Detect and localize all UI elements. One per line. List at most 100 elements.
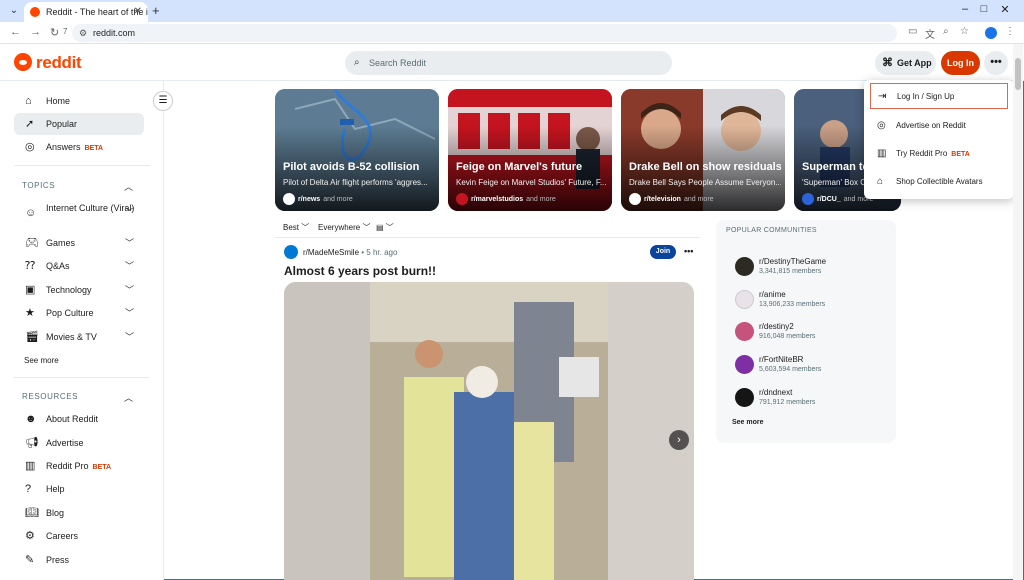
- sidebar-item-qas[interactable]: ⁇ Q&As ﹀: [14, 255, 144, 277]
- carousel-next-icon[interactable]: ›: [669, 430, 689, 450]
- topics-see-more[interactable]: See more: [24, 356, 59, 365]
- forward-icon[interactable]: →: [30, 26, 41, 38]
- community-item[interactable]: r/destiny2 916,048 members: [735, 320, 895, 344]
- address-bar[interactable]: ⚙ reddit.com: [72, 24, 897, 42]
- sidebar-item-help[interactable]: ? Help: [14, 478, 144, 500]
- sidebar-item-careers[interactable]: ⚙ Careers: [14, 525, 144, 547]
- community-item[interactable]: r/anime 13,906,233 members: [735, 288, 895, 312]
- collapse-sidebar-button[interactable]: ☰: [153, 91, 173, 111]
- tab-search-icon[interactable]: ⌄: [6, 4, 22, 18]
- post-image[interactable]: [284, 282, 694, 580]
- community-item[interactable]: r/dndnext 791,912 members: [735, 386, 895, 410]
- menu-item-shop-avatars[interactable]: ⌂ Shop Collectible Avatars: [870, 169, 1008, 195]
- chevron-down-icon[interactable]: ﹀: [125, 302, 134, 324]
- menu-item-advertise[interactable]: ◎ Advertise on Reddit: [870, 113, 1008, 139]
- sidebar-item-press[interactable]: ✎ Press: [14, 549, 144, 571]
- community-members: 5,603,594 members: [759, 366, 822, 373]
- chevron-down-icon[interactable]: ﹀: [125, 279, 134, 301]
- tab-close-icon[interactable]: ✕: [134, 2, 142, 22]
- sidebar-item-label: Reddit Pro: [46, 461, 89, 471]
- sidebar-item-label: Pop Culture: [46, 308, 94, 318]
- post-subreddit[interactable]: r/MadeMeSmile: [303, 248, 359, 257]
- sidebar-item-movies-tv[interactable]: 🎬︎ Movies & TV ﹀: [14, 326, 144, 348]
- sidebar-item-label: Blog: [46, 508, 65, 518]
- page-scrollbar[interactable]: [1013, 44, 1023, 580]
- sidebar-item-reddit-pro[interactable]: ▥ Reddit Pro BETA: [14, 455, 144, 477]
- chevron-down-icon[interactable]: ﹀: [125, 232, 134, 254]
- home-icon: ⌂: [25, 95, 32, 107]
- more-options-button[interactable]: •••: [984, 51, 1008, 75]
- translate-icon[interactable]: 文: [925, 26, 935, 41]
- sidebar-item-popular[interactable]: ➚ Popular: [14, 113, 144, 135]
- location-label: Everywhere: [318, 223, 361, 232]
- resources-heading[interactable]: RESOURCES: [22, 392, 78, 401]
- view-dropdown[interactable]: ▤ ﹀: [376, 222, 394, 233]
- post-meta: r/MadeMeSmile • 5 hr. ago: [303, 248, 397, 257]
- carousel-card-pilot[interactable]: Pilot avoids B-52 collision Pilot of Del…: [275, 89, 439, 211]
- topics-heading[interactable]: TOPICS: [22, 181, 55, 190]
- sidebar-item-technology[interactable]: ▣ Technology ﹀: [14, 279, 144, 301]
- site-info-icon[interactable]: ⚙: [79, 24, 87, 42]
- maximize-icon[interactable]: □: [974, 3, 994, 15]
- chrome-menu-icon[interactable]: ⋮: [1005, 26, 1015, 37]
- chart-icon: ▥: [877, 148, 887, 159]
- view-layout-icon: ▤: [376, 223, 384, 232]
- minimize-icon[interactable]: –: [955, 3, 975, 15]
- left-sidebar: ⌂ Home ➚ Popular ◎ Answers BETA TOPICS ︿ …: [0, 81, 164, 580]
- browser-tab[interactable]: Reddit - The heart of the inte ✕: [24, 2, 148, 22]
- subreddit-avatar-icon[interactable]: [284, 245, 298, 259]
- menu-item-login-signup[interactable]: ⇥ Log In / Sign Up: [870, 83, 1008, 109]
- back-icon[interactable]: ←: [10, 26, 21, 38]
- login-button[interactable]: Log In: [941, 51, 980, 75]
- sidebar-item-label: Press: [46, 555, 70, 565]
- post-options-icon[interactable]: •••: [684, 246, 693, 256]
- scrollbar-thumb[interactable]: [1015, 58, 1021, 90]
- sort-dropdown[interactable]: Best ﹀: [283, 222, 309, 233]
- post-title[interactable]: Almost 6 years post burn!!: [284, 264, 436, 278]
- sidebar-item-answers[interactable]: ◎ Answers BETA: [14, 136, 144, 158]
- location-dropdown[interactable]: Everywhere ﹀: [318, 222, 370, 233]
- sidebar-item-internet-culture[interactable]: ☺ Internet Culture (Viral) ﹀: [14, 201, 144, 227]
- chevron-down-icon: ﹀: [362, 223, 371, 232]
- chevron-up-icon[interactable]: ︿: [124, 391, 133, 404]
- profile-avatar-icon[interactable]: [985, 27, 997, 39]
- beta-badge: BETA: [92, 464, 112, 471]
- reddit-favicon-icon: [30, 7, 40, 17]
- chevron-down-icon[interactable]: ﹀: [125, 207, 134, 218]
- carousel-card-drake-bell[interactable]: Drake Bell on show residuals Drake Bell …: [621, 89, 785, 211]
- new-tab-icon[interactable]: +: [152, 3, 160, 18]
- menu-item-reddit-pro[interactable]: ▥ Try Reddit Pro BETA: [870, 141, 1008, 167]
- get-app-button[interactable]: ⌘ Get App: [875, 51, 936, 75]
- zoom-icon[interactable]: ⌕: [943, 26, 949, 37]
- sidebar-item-blog[interactable]: 📖︎ Blog: [14, 502, 144, 524]
- more-options-menu: ⇥ Log In / Sign Up ◎ Advertise on Reddit…: [864, 80, 1014, 199]
- sidebar-item-pop-culture[interactable]: ★ Pop Culture ﹀: [14, 302, 144, 324]
- post-time: 5 hr. ago: [366, 248, 398, 257]
- reload-icon[interactable]: ↻: [50, 26, 59, 39]
- cast-icon[interactable]: ▭: [908, 26, 917, 37]
- chevron-down-icon[interactable]: ﹀: [125, 326, 134, 348]
- menu-item-label: Try Reddit Pro: [896, 149, 948, 158]
- sidebar-item-home[interactable]: ⌂ Home: [14, 90, 144, 112]
- window-close-icon[interactable]: ✕: [995, 3, 1015, 16]
- reddit-logo-icon[interactable]: [14, 53, 32, 71]
- chevron-up-icon[interactable]: ︿: [124, 180, 133, 193]
- sidebar-item-games[interactable]: 🎮︎ Games ﹀: [14, 232, 144, 254]
- sidebar-item-about-reddit[interactable]: ☻ About Reddit: [14, 408, 144, 430]
- community-avatar-icon: [735, 355, 754, 374]
- chevron-down-icon: ﹀: [301, 223, 310, 232]
- reddit-logo-text[interactable]: reddit: [36, 53, 82, 73]
- community-item[interactable]: r/DestinyTheGame 3,341,815 members: [735, 255, 895, 279]
- communities-see-more[interactable]: See more: [732, 419, 764, 426]
- carousel-card-marvel[interactable]: Feige on Marvel's future Kevin Feige on …: [448, 89, 612, 211]
- sidebar-item-advertise[interactable]: 📢︎ Advertise: [14, 432, 144, 454]
- sort-label: Best: [283, 223, 300, 232]
- join-button[interactable]: Join: [650, 245, 676, 259]
- subreddit-avatar-icon: [802, 193, 814, 205]
- chevron-down-icon[interactable]: ﹀: [125, 255, 134, 277]
- card-subreddit: r/DCU_: [817, 195, 841, 203]
- search-input[interactable]: ⌕ Search Reddit: [345, 51, 672, 75]
- bookmark-star-icon[interactable]: ☆: [960, 26, 969, 37]
- answers-icon: ◎: [25, 141, 35, 153]
- community-item[interactable]: r/FortNiteBR 5,603,594 members: [735, 353, 895, 377]
